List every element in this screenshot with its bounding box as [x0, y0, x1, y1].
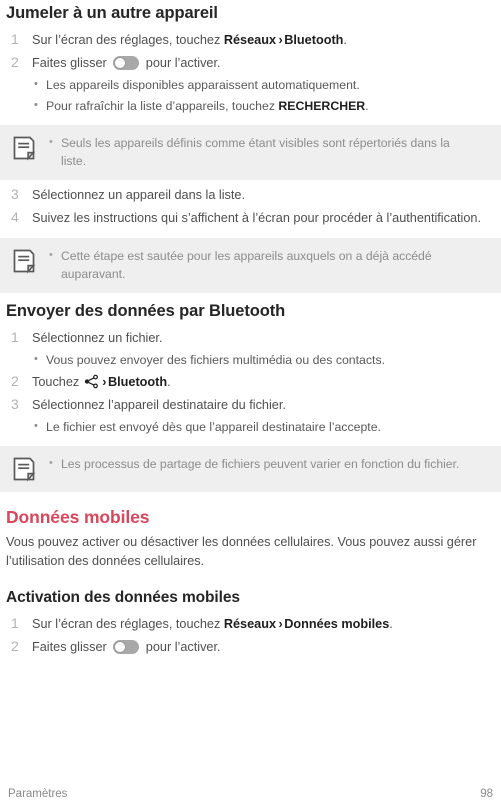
toggle-knob: [114, 641, 127, 653]
note-body: Cette étape est sautée pour les appareil…: [41, 246, 491, 283]
step-number: 1: [11, 31, 19, 47]
step-text: Sélectionnez l’appareil destinataire du …: [32, 398, 286, 412]
footer-page-number: 98: [480, 788, 493, 800]
note-body: Les processus de partage de fichiers peu…: [41, 454, 491, 473]
inline-emphasis: Bluetooth: [284, 33, 344, 47]
step-number: 3: [11, 396, 19, 412]
breadcrumb-separator-icon: ›: [102, 375, 107, 389]
note-box: Seuls les appareils définis comme étant …: [0, 125, 501, 180]
document-page: Jumeler à un autre appareil 1 Sur l’écra…: [0, 0, 501, 806]
page-title: Jumeler à un autre appareil: [6, 4, 218, 22]
inline-text: .: [343, 33, 347, 47]
step-text: Touchez › Bluetooth.: [32, 374, 171, 389]
list-item: Pour rafraîchir la liste d’appareils, to…: [6, 96, 495, 118]
steps-list-mobile-data: 1 Sur l’écran des réglages, touchez Rése…: [6, 614, 495, 660]
note-box: Les processus de partage de fichiers peu…: [0, 446, 501, 492]
inline-text: Sur l’écran des réglages, touchez: [32, 617, 224, 631]
steps-list-send: 1 Sélectionnez un fichier.: [6, 328, 495, 351]
inline-text: pour l’activer.: [142, 56, 221, 70]
list-item: Cette étape est sautée pour les appareil…: [45, 246, 491, 283]
step-number: 1: [11, 615, 19, 631]
steps-list-send-2: 2 Touchez › Bluetooth. 3 Sélectionnez l’a…: [6, 372, 495, 418]
step-number: 2: [11, 373, 19, 389]
step-item: 2 Touchez › Bluetooth.: [6, 372, 495, 395]
inline-text: Sur l’écran des réglages, touchez: [32, 33, 224, 47]
inline-text: Pour rafraîchir la liste d’appareils, to…: [46, 99, 279, 113]
step-number: 1: [11, 329, 19, 345]
step-text: Sur l’écran des réglages, touchez Réseau…: [32, 617, 393, 631]
toggle-switch-icon[interactable]: [113, 640, 140, 654]
list-item: Vous pouvez envoyer des fichiers multimé…: [6, 350, 495, 372]
inline-emphasis: Données mobiles: [284, 617, 390, 631]
inline-text: .: [389, 617, 393, 631]
inline-text: Sélectionnez l’appareil destinataire du …: [32, 398, 286, 412]
inline-text: .: [365, 99, 369, 113]
share-icon[interactable]: [84, 374, 99, 389]
intro-paragraph: Vous pouvez activer ou désactiver les do…: [6, 535, 477, 568]
step-text: Suivez les instructions qui s’affichent …: [32, 211, 482, 225]
note-body: Seuls les appareils définis comme étant …: [41, 133, 491, 170]
step-text: Sélectionnez un appareil dans la liste.: [32, 188, 246, 202]
note-bullet-list: Cette étape est sautée pour les appareil…: [45, 246, 491, 283]
chapter-title-mobile-data: Données mobiles: [6, 507, 150, 527]
step-text: Faites glisser pour l’activer.: [32, 56, 221, 70]
inline-text: Faites glisser: [32, 56, 111, 70]
list-item: Le fichier est envoyé dès que l’appareil…: [6, 417, 495, 439]
list-item: Seuls les appareils définis comme étant …: [45, 133, 491, 170]
step-text: Faites glisser pour l’activer.: [32, 640, 221, 654]
bullet-list-pair: Les appareils disponibles apparaissent a…: [6, 75, 495, 118]
toggle-knob: [114, 57, 127, 69]
step-text: Sélectionnez un fichier.: [32, 331, 162, 345]
step-number: 3: [11, 186, 19, 202]
step-item: 2 Faites glisser pour l’activer.: [6, 637, 495, 660]
bullet-list-send-3: Le fichier est envoyé dès que l’appareil…: [6, 417, 495, 439]
steps-list-pair-continued: 3 Sélectionnez un appareil dans la liste…: [6, 185, 495, 231]
bullet-list-send-1: Vous pouvez envoyer des fichiers multimé…: [6, 350, 495, 372]
step-item: 1 Sur l’écran des réglages, touchez Rése…: [6, 614, 495, 637]
inline-text: .: [167, 375, 171, 389]
steps-list-pair: 1 Sur l’écran des réglages, touchez Rése…: [6, 30, 495, 76]
breadcrumb-separator-icon: ›: [278, 617, 283, 631]
inline-text: Sélectionnez un fichier.: [32, 331, 163, 345]
step-number: 2: [11, 54, 19, 70]
list-item: Les appareils disponibles apparaissent a…: [6, 75, 495, 97]
note-document-icon: [11, 248, 37, 274]
note-document-icon: [11, 135, 37, 161]
inline-emphasis: Bluetooth: [107, 375, 168, 389]
step-item: 3 Sélectionnez un appareil dans la liste…: [6, 185, 495, 208]
note-bullet-list: Seuls les appareils définis comme étant …: [45, 133, 491, 170]
note-box: Cette étape est sautée pour les appareil…: [0, 238, 501, 293]
list-item: Les processus de partage de fichiers peu…: [45, 454, 491, 473]
note-bullet-list: Les processus de partage de fichiers peu…: [45, 454, 491, 473]
step-item: 1 Sélectionnez un fichier.: [6, 328, 495, 351]
section-title-send: Envoyer des données par Bluetooth: [6, 302, 286, 320]
section-title-activation: Activation des données mobiles: [6, 589, 240, 606]
inline-emphasis: Réseaux: [223, 33, 277, 47]
page-content: Jumeler à un autre appareil 1 Sur l’écra…: [0, 0, 501, 660]
step-item: 2 Faites glisser pour l’activer.: [6, 53, 495, 76]
step-item: 4 Suivez les instructions qui s’affichen…: [6, 208, 495, 231]
inline-text: Touchez: [32, 375, 83, 389]
inline-text: pour l’activer.: [142, 640, 221, 654]
toggle-switch-icon[interactable]: [113, 56, 140, 70]
step-number: 2: [11, 638, 19, 654]
breadcrumb-separator-icon: ›: [278, 33, 283, 47]
footer-chapter-label: Paramètres: [8, 788, 68, 800]
step-item: 1 Sur l’écran des réglages, touchez Rése…: [6, 30, 495, 53]
step-text: Sur l’écran des réglages, touchez Réseau…: [32, 33, 347, 47]
inline-emphasis: RECHERCHER: [278, 99, 366, 113]
note-document-icon: [11, 456, 37, 482]
inline-text: Faites glisser: [32, 640, 111, 654]
inline-emphasis: Réseaux: [223, 617, 277, 631]
page-footer: Paramètres 98: [0, 788, 501, 800]
step-number: 4: [11, 209, 19, 225]
step-item: 3 Sélectionnez l’appareil destinataire d…: [6, 395, 495, 418]
